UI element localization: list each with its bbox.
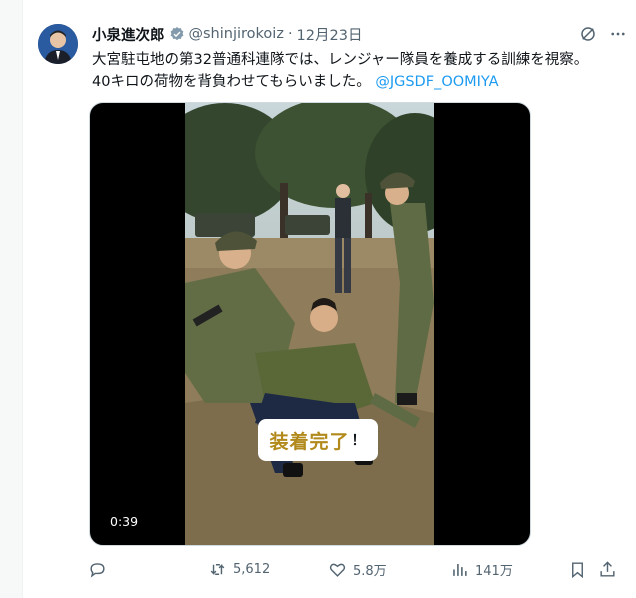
post-text-line-1: 大宮駐屯地の第32普通科連隊では、レンジャー隊員を養成する訓練を視察。: [92, 52, 589, 68]
video-caption-text: 装着完了: [269, 430, 350, 453]
post-text-line-2-body: 40キロの荷物を背負わせてもらいました。: [92, 74, 371, 90]
like-icon: [329, 563, 346, 577]
post-action-bar: 5,612 5.8万 141万: [88, 556, 633, 582]
bookmark-button[interactable]: [568, 560, 598, 579]
share-button[interactable]: [598, 560, 622, 579]
like-button[interactable]: 5.8万: [328, 560, 450, 579]
video-duration: 0:39: [104, 512, 145, 531]
views-count: 141万: [475, 563, 513, 579]
repost-icon: [210, 563, 225, 575]
video-player[interactable]: 装着完了！ 0:39: [89, 102, 531, 546]
video-caption-suffix: ！: [351, 433, 367, 449]
reply-button[interactable]: [88, 560, 208, 579]
post-text-line-2: 40キロの荷物を背負わせてもらいました。 @JGSDF_OOMIYA: [92, 71, 632, 93]
bookmark-icon: [572, 561, 583, 578]
post-header: 小泉進次郎 @shinjirokoiz · 12月23日: [92, 24, 362, 44]
share-icon: [600, 560, 615, 577]
video-frame: [185, 103, 434, 545]
reply-icon: [90, 562, 105, 578]
author-name[interactable]: 小泉進次郎: [92, 24, 165, 45]
author-handle[interactable]: @shinjirokoiz: [189, 26, 284, 42]
header-separator: ·: [287, 26, 293, 42]
author-avatar[interactable]: [38, 24, 78, 64]
repost-count: 5,612: [233, 561, 271, 577]
post-top-actions: [578, 24, 628, 44]
views-icon: [453, 563, 467, 576]
verified-badge-icon: [169, 26, 185, 42]
like-count: 5.8万: [353, 563, 387, 579]
avatar-photo: [38, 24, 78, 64]
video-caption: 装着完了！: [258, 419, 378, 461]
post-text: 大宮駐屯地の第32普通科連隊では、レンジャー隊員を養成する訓練を視察。 40キロ…: [92, 49, 632, 93]
mention-link[interactable]: @JGSDF_OOMIYA: [375, 74, 498, 90]
grok-icon[interactable]: [578, 24, 598, 44]
more-icon[interactable]: [608, 24, 628, 44]
views-button[interactable]: 141万: [450, 560, 568, 579]
left-column-edge: [0, 0, 23, 598]
post-date[interactable]: 12月23日: [297, 24, 363, 45]
repost-button[interactable]: 5,612: [208, 560, 328, 579]
